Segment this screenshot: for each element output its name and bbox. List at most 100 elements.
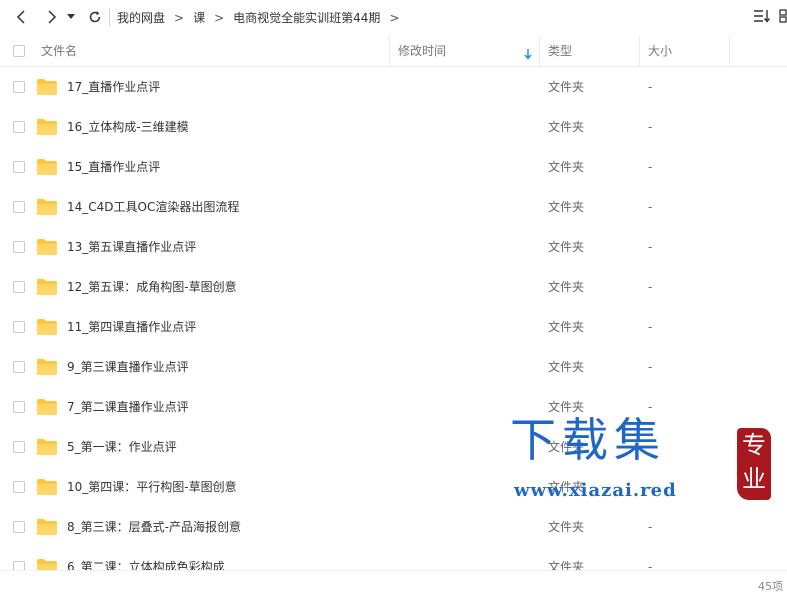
breadcrumb-separator: >: [174, 10, 185, 25]
folder-icon: [37, 359, 57, 375]
column-modified[interactable]: 修改时间: [398, 36, 446, 66]
table-row[interactable]: 12_第五课：成角构图-草图创意 文件夹 -: [0, 267, 787, 307]
folder-icon: [37, 79, 57, 95]
column-size[interactable]: 大小: [648, 36, 672, 66]
back-button[interactable]: [10, 6, 34, 28]
folder-icon: [37, 559, 57, 570]
forward-button[interactable]: [39, 6, 63, 28]
file-size: -: [648, 320, 653, 334]
file-size: -: [648, 560, 653, 570]
file-name[interactable]: 8_第三课：层叠式-产品海报创意: [67, 507, 241, 547]
column-divider[interactable]: [389, 36, 390, 66]
row-checkbox[interactable]: [13, 561, 25, 570]
row-checkbox[interactable]: [13, 201, 25, 213]
toolbar: 我的网盘 > 课 > 电商视觉全能实训班第44期 >: [0, 0, 787, 36]
breadcrumb-separator: >: [389, 10, 400, 25]
file-size: -: [648, 120, 653, 134]
caret-down-icon: [67, 14, 75, 19]
file-name[interactable]: 10_第四课：平行构图-草图创意: [67, 467, 237, 507]
file-name[interactable]: 16_立体构成-三维建模: [67, 107, 189, 147]
table-row[interactable]: 17_直播作业点评 文件夹 -: [0, 67, 787, 107]
file-name[interactable]: 14_C4D工具OC渲染器出图流程: [67, 187, 239, 227]
breadcrumb-item-course[interactable]: 课: [193, 9, 205, 26]
folder-icon: [37, 319, 57, 335]
watermark-seal: 专业: [737, 428, 771, 500]
item-count: 45项: [758, 580, 783, 593]
folder-icon: [37, 479, 57, 495]
row-checkbox[interactable]: [13, 521, 25, 533]
view-toggle-button[interactable]: [779, 8, 787, 27]
file-name[interactable]: 12_第五课：成角构图-草图创意: [67, 267, 237, 307]
breadcrumb-item-current[interactable]: 电商视觉全能实训班第44期: [233, 9, 380, 26]
history-dropdown-button[interactable]: [63, 6, 79, 28]
row-checkbox[interactable]: [13, 361, 25, 373]
sort-button[interactable]: [753, 8, 771, 27]
file-type: 文件夹: [548, 280, 585, 294]
file-name[interactable]: 11_第四课直播作业点评: [67, 307, 196, 347]
row-checkbox[interactable]: [13, 121, 25, 133]
column-divider[interactable]: [729, 36, 730, 66]
table-row[interactable]: 9_第三课直播作业点评 文件夹 -: [0, 347, 787, 387]
breadcrumb-item-root[interactable]: 我的网盘: [117, 9, 165, 26]
sort-list-icon: [754, 10, 771, 23]
column-divider[interactable]: [539, 36, 540, 66]
file-type: 文件夹: [548, 320, 585, 334]
file-size: -: [648, 160, 653, 174]
row-checkbox[interactable]: [13, 81, 25, 93]
select-all-checkbox[interactable]: [13, 45, 25, 57]
folder-icon: [37, 399, 57, 415]
table-row[interactable]: 16_立体构成-三维建模 文件夹 -: [0, 107, 787, 147]
file-type: 文件夹: [548, 360, 585, 374]
table-row[interactable]: 13_第五课直播作业点评 文件夹 -: [0, 227, 787, 267]
row-checkbox[interactable]: [13, 441, 25, 453]
file-type: 文件夹: [548, 120, 585, 134]
grid-view-icon: [779, 9, 787, 23]
row-checkbox[interactable]: [13, 481, 25, 493]
table-row[interactable]: 8_第三课：层叠式-产品海报创意 文件夹 -: [0, 507, 787, 547]
view-controls: [753, 8, 787, 27]
file-name[interactable]: 15_直播作业点评: [67, 147, 160, 187]
column-name[interactable]: 文件名: [41, 36, 77, 66]
file-size: -: [648, 280, 653, 294]
column-divider[interactable]: [639, 36, 640, 66]
sort-desc-icon[interactable]: [523, 45, 533, 64]
file-size: -: [648, 200, 653, 214]
file-size: -: [648, 80, 653, 94]
status-bar: 45项: [0, 570, 787, 597]
file-size: -: [648, 240, 653, 254]
table-row[interactable]: 15_直播作业点评 文件夹 -: [0, 147, 787, 187]
row-checkbox[interactable]: [13, 161, 25, 173]
file-name[interactable]: 5_第一课：作业点评: [67, 427, 177, 467]
file-name[interactable]: 9_第三课直播作业点评: [67, 347, 189, 387]
folder-icon: [37, 159, 57, 175]
chevron-right-icon: [48, 10, 57, 24]
folder-icon: [37, 119, 57, 135]
file-type: 文件夹: [548, 520, 585, 534]
file-name[interactable]: 13_第五课直播作业点评: [67, 227, 196, 267]
row-checkbox[interactable]: [13, 401, 25, 413]
row-checkbox[interactable]: [13, 281, 25, 293]
watermark: 下载集 www.xiazai.red 专业: [510, 412, 780, 508]
refresh-icon: [89, 11, 101, 23]
file-size: -: [648, 360, 653, 374]
table-row[interactable]: 11_第四课直播作业点评 文件夹 -: [0, 307, 787, 347]
table-row[interactable]: 14_C4D工具OC渲染器出图流程 文件夹 -: [0, 187, 787, 227]
table-row[interactable]: 6_第二课：立体构成色彩构成文件夹 -: [0, 547, 787, 570]
folder-icon: [37, 199, 57, 215]
row-checkbox[interactable]: [13, 321, 25, 333]
chevron-left-icon: [16, 10, 25, 24]
column-type[interactable]: 类型: [548, 36, 572, 66]
breadcrumb: 我的网盘 > 课 > 电商视觉全能实训班第44期 >: [109, 8, 409, 26]
refresh-button[interactable]: [83, 6, 107, 28]
file-type: 文件夹: [548, 200, 585, 214]
file-name[interactable]: 6_第二课：立体构成色彩构成: [67, 547, 225, 570]
column-header: 文件名 修改时间 类型 大小: [0, 36, 787, 67]
file-type: 文件夹: [548, 560, 585, 570]
file-name[interactable]: 7_第二课直播作业点评: [67, 387, 189, 427]
file-name[interactable]: 17_直播作业点评: [67, 67, 160, 107]
folder-icon: [37, 279, 57, 295]
watermark-title: 下载集: [510, 413, 666, 467]
folder-icon: [37, 519, 57, 535]
file-type: 文件夹: [548, 160, 585, 174]
row-checkbox[interactable]: [13, 241, 25, 253]
